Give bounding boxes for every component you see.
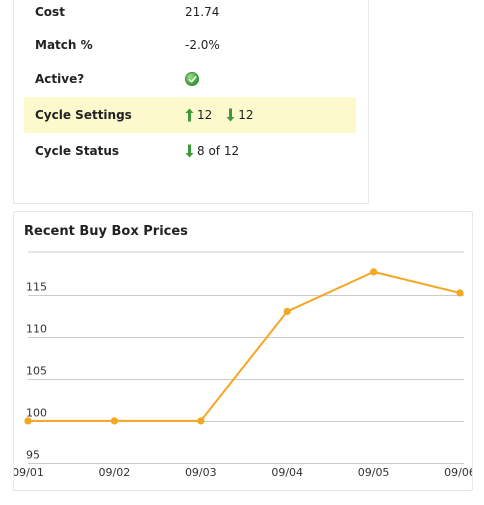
cycle-status-value: 8 of 12 bbox=[185, 133, 239, 169]
price-point bbox=[283, 307, 291, 316]
y-tick-label: 110 bbox=[26, 323, 47, 336]
cost-value-text: 21.74 bbox=[185, 5, 220, 19]
cost-value: 21.74 bbox=[185, 0, 219, 30]
cycle-settings-value: 12 12 bbox=[185, 97, 254, 133]
price-point bbox=[197, 417, 205, 425]
check-circle-icon bbox=[185, 72, 199, 86]
cycle-status-text: 8 of 12 bbox=[197, 144, 240, 158]
x-tick-label: 09/03 bbox=[185, 466, 217, 479]
price-point bbox=[110, 417, 118, 425]
product-stats-panel: Cost 21.74 Match % -2.0% Active? Cycle S… bbox=[13, 0, 369, 204]
x-tick-label: 09/05 bbox=[358, 466, 390, 479]
price-point bbox=[24, 417, 32, 425]
cycle-settings-row: Cycle Settings 12 12 bbox=[24, 97, 356, 133]
price-point bbox=[456, 289, 464, 297]
match-value-text: -2.0% bbox=[185, 38, 220, 52]
x-tick-label: 09/01 bbox=[14, 466, 44, 479]
match-label: Match % bbox=[35, 38, 93, 52]
buy-box-chart-card: Recent Buy Box Prices 95 100 105 110 115 09/0… bbox=[13, 211, 473, 491]
arrow-down-icon bbox=[185, 144, 194, 158]
active-value bbox=[185, 61, 199, 97]
match-row: Match % -2.0% bbox=[24, 27, 356, 63]
cycle-up-value: 12 bbox=[197, 108, 213, 122]
x-tick-label: 09/06 bbox=[444, 466, 472, 479]
price-point bbox=[370, 268, 378, 276]
match-value: -2.0% bbox=[185, 27, 220, 63]
buy-box-price-chart: 9510010511011509/01 09/02 09/03 09/04 09/05 0… bbox=[14, 251, 472, 479]
x-tick-label: 09/02 bbox=[99, 466, 131, 479]
y-tick-label: 105 bbox=[26, 365, 47, 378]
cycle-down-value: 12 bbox=[238, 108, 254, 122]
arrow-up-icon bbox=[185, 108, 194, 122]
cost-label: Cost bbox=[35, 5, 65, 19]
price-line bbox=[28, 270, 461, 422]
active-row: Active? bbox=[24, 61, 356, 97]
x-tick-label: 09/04 bbox=[271, 466, 303, 479]
cycle-settings-label: Cycle Settings bbox=[35, 108, 132, 122]
active-label: Active? bbox=[35, 72, 85, 86]
y-tick-label: 115 bbox=[26, 281, 47, 294]
cost-row: Cost 21.74 bbox=[24, 0, 356, 30]
y-tick-label: 95 bbox=[26, 449, 40, 462]
cycle-status-row: Cycle Status 8 of 12 bbox=[24, 133, 356, 169]
arrow-down-icon bbox=[226, 108, 235, 122]
cycle-status-label: Cycle Status bbox=[35, 144, 120, 158]
